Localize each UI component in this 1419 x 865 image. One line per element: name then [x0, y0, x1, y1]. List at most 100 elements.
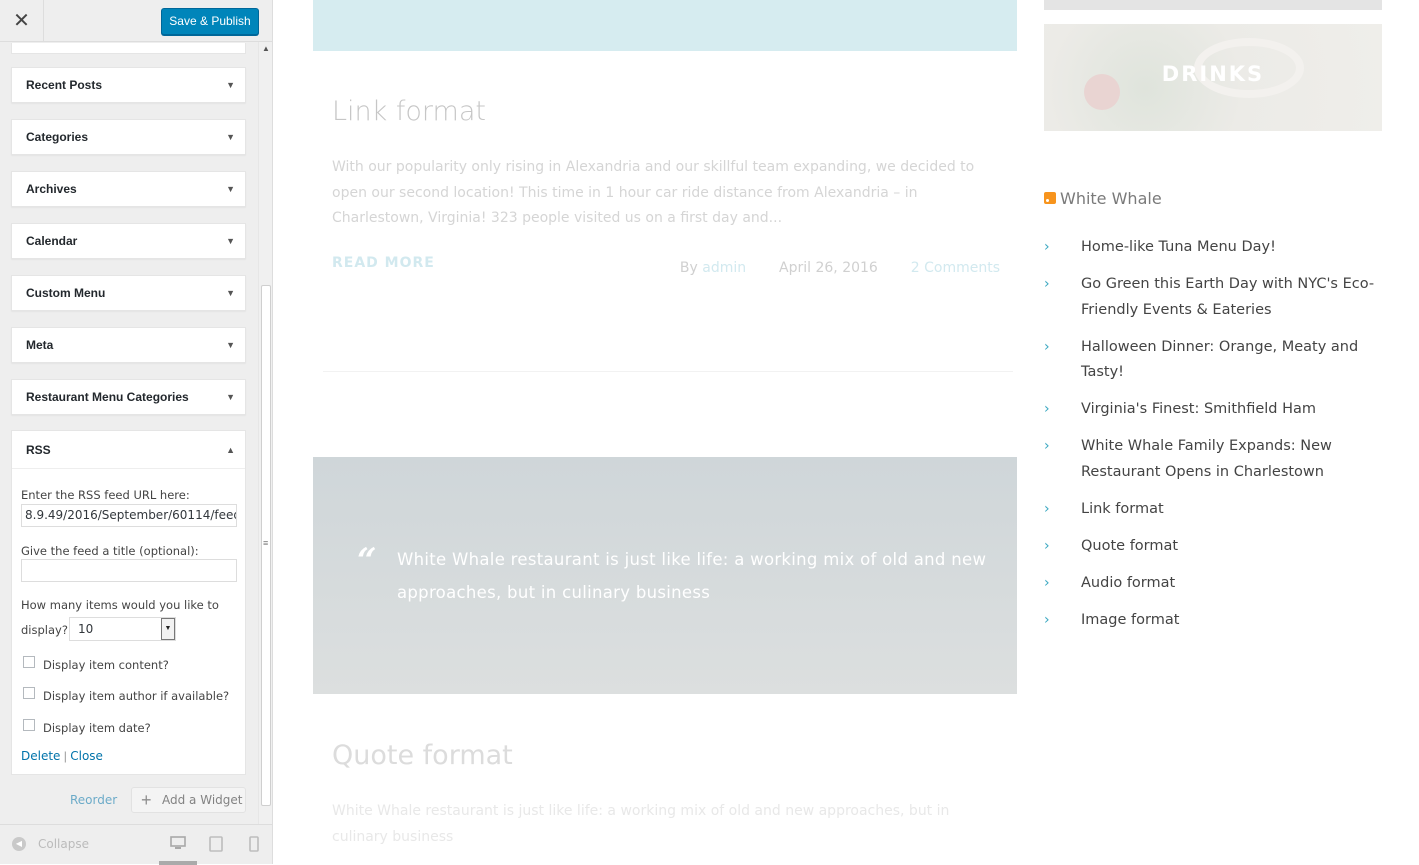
expand-arrow-icon[interactable]: ▼: [226, 276, 235, 310]
rss-item[interactable]: › Virginia's Finest: Smithfield Ham: [1044, 397, 1389, 423]
rss-url-input[interactable]: 8.9.49/2016/September/60114/feed: [21, 504, 237, 527]
rss-item-link[interactable]: White Whale Family Expands: New Restaura…: [1081, 438, 1332, 480]
rss-widget-header[interactable]: RSS ▲: [12, 431, 245, 469]
widget-rss: RSS ▲ Enter the RSS feed URL here: 8.9.4…: [11, 430, 246, 775]
expand-arrow-icon[interactable]: ▼: [226, 172, 235, 206]
menu-tile-image[interactable]: [1044, 0, 1382, 10]
chevron-right-icon: ›: [1044, 537, 1050, 554]
expand-arrow-icon[interactable]: ▼: [226, 328, 235, 362]
site-preview: Link format With our popularity only ris…: [273, 0, 1419, 864]
widget-title: Custom Menu: [26, 286, 106, 300]
customizer-sidebar: ✕ Save & Publish Recent Posts ▼ Categori…: [0, 0, 273, 865]
drinks-menu-tile[interactable]: DRINKS: [1044, 24, 1382, 131]
rss-feed-title[interactable]: White Whale: [1060, 189, 1162, 208]
chevron-right-icon: ›: [1044, 611, 1050, 628]
widget-recent-posts[interactable]: Recent Posts ▼: [11, 67, 246, 103]
rss-item[interactable]: › Audio format: [1044, 571, 1389, 597]
rss-item-link[interactable]: Quote format: [1081, 538, 1178, 554]
collapse-label[interactable]: Collapse: [38, 837, 89, 851]
rss-item-link[interactable]: Audio format: [1081, 575, 1175, 591]
add-widget-label: Add a Widget: [162, 793, 243, 807]
widget-categories[interactable]: Categories ▼: [11, 119, 246, 155]
expand-arrow-icon[interactable]: ▼: [226, 120, 235, 154]
rss-item[interactable]: › Image format: [1044, 608, 1389, 634]
post-date: April 26, 2016: [779, 260, 878, 276]
display-content-label: Display item content?: [43, 658, 169, 672]
rss-item-link[interactable]: Go Green this Earth Day with NYC's Eco-F…: [1081, 276, 1374, 318]
rss-url-label: Enter the RSS feed URL here:: [21, 488, 190, 502]
collapse-arrow-icon[interactable]: ◀: [12, 837, 26, 851]
rss-item[interactable]: › Link format: [1044, 497, 1389, 523]
expand-arrow-icon[interactable]: ▼: [226, 380, 235, 414]
widget-partial[interactable]: [11, 43, 246, 54]
by-label: By: [679, 260, 698, 276]
post-title-link-format[interactable]: Link format: [332, 96, 486, 127]
collapse-arrow-icon[interactable]: ▲: [226, 431, 235, 469]
widget-title: Archives: [26, 182, 77, 196]
scroll-thumb[interactable]: ≡: [261, 285, 271, 806]
rss-title-label: Give the feed a title (optional):: [21, 544, 199, 558]
chevron-down-icon[interactable]: ▼: [161, 618, 175, 640]
rss-title-input[interactable]: [21, 559, 237, 582]
rss-item-link[interactable]: Link format: [1081, 501, 1164, 517]
chevron-right-icon: ›: [1044, 401, 1050, 417]
widget-title: Recent Posts: [26, 78, 103, 92]
delete-widget-link[interactable]: Delete: [21, 749, 60, 763]
chevron-right-icon: ›: [1044, 239, 1050, 255]
rss-item-link[interactable]: Image format: [1081, 612, 1179, 628]
rss-item[interactable]: › Go Green this Earth Day with NYC's Eco-…: [1044, 272, 1389, 323]
rss-item[interactable]: › Home-like Tuna Menu Day!: [1044, 235, 1389, 261]
scroll-up-arrow-icon[interactable]: ▲: [262, 44, 270, 53]
widget-archives[interactable]: Archives ▼: [11, 171, 246, 207]
rss-item-link[interactable]: Home-like Tuna Menu Day!: [1081, 239, 1276, 255]
close-customizer-button[interactable]: ✕: [0, 0, 44, 42]
items-count-label: How many items would you like to: [21, 598, 219, 612]
widget-title: Restaurant Menu Categories: [26, 390, 189, 404]
widget-meta[interactable]: Meta ▼: [11, 327, 246, 363]
desktop-preview-icon[interactable]: [170, 836, 186, 855]
chevron-right-icon: ›: [1044, 574, 1050, 591]
items-count-select[interactable]: 10 ▼: [69, 617, 176, 641]
rss-feed-icon[interactable]: [1044, 192, 1056, 204]
post-divider: [323, 371, 1013, 372]
widget-list: Recent Posts ▼ Categories ▼ Archives ▼ C…: [0, 43, 258, 823]
rss-item-list: › Home-like Tuna Menu Day! › Go Green this…: [1044, 235, 1389, 645]
chevron-right-icon: ›: [1044, 338, 1050, 355]
post-banner: [313, 0, 1017, 51]
display-date-checkbox[interactable]: [23, 719, 35, 731]
display-author-checkbox[interactable]: [23, 687, 35, 699]
grip-icon: ≡: [263, 538, 269, 548]
sidebar-scrollbar[interactable]: ▲ ≡: [258, 42, 272, 824]
tablet-preview-icon[interactable]: [209, 836, 223, 857]
comments-link[interactable]: 2 Comments: [911, 260, 1000, 276]
display-date-label: Display item date?: [43, 721, 151, 735]
add-widget-button[interactable]: + Add a Widget: [131, 787, 246, 813]
read-more-link[interactable]: READ MORE: [332, 255, 435, 271]
reorder-link[interactable]: Reorder: [70, 793, 117, 807]
post-excerpt: White Whale restaurant is just like life…: [332, 803, 950, 845]
rss-item[interactable]: › White Whale Family Expands: New Restaur…: [1044, 434, 1389, 485]
post-title-quote-format[interactable]: Quote format: [332, 740, 513, 771]
display-content-checkbox[interactable]: [23, 656, 35, 668]
rss-item-link[interactable]: Virginia's Finest: Smithfield Ham: [1081, 401, 1316, 417]
expand-arrow-icon[interactable]: ▼: [226, 224, 235, 258]
widget-title: Meta: [26, 338, 54, 352]
quote-block: “ White Whale restaurant is just like li…: [313, 457, 1017, 694]
rss-item[interactable]: › Quote format: [1044, 534, 1389, 560]
expand-arrow-icon[interactable]: ▼: [226, 68, 235, 102]
widget-actions: Delete | Close: [21, 749, 103, 763]
drinks-label: DRINKS: [1161, 62, 1265, 86]
save-publish-button[interactable]: Save & Publish: [161, 8, 259, 35]
chevron-right-icon: ›: [1044, 276, 1050, 292]
rss-item[interactable]: › Halloween Dinner: Orange, Meaty and Tas…: [1044, 335, 1389, 386]
widget-custom-menu[interactable]: Custom Menu ▼: [11, 275, 246, 311]
post-excerpt: With our popularity only rising in Alexa…: [332, 159, 975, 226]
rss-item-link[interactable]: Halloween Dinner: Orange, Meaty and Tast…: [1081, 339, 1358, 381]
author-link[interactable]: admin: [702, 260, 746, 276]
widget-calendar[interactable]: Calendar ▼: [11, 223, 246, 259]
customizer-header: ✕ Save & Publish: [0, 0, 272, 42]
close-widget-link[interactable]: Close: [70, 749, 103, 763]
mobile-preview-icon[interactable]: [249, 836, 259, 857]
widget-restaurant-menu-categories[interactable]: Restaurant Menu Categories ▼: [11, 379, 246, 415]
quote-mark-icon: “: [357, 541, 377, 581]
